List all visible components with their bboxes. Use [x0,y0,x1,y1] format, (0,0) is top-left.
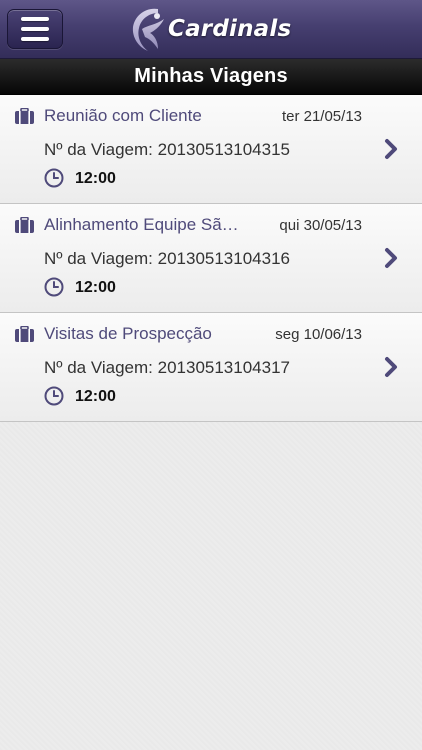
clock-icon [44,386,64,406]
trip-title: Reunião com Cliente [44,106,202,125]
trip-date: ter 21/05/13 [281,108,362,125]
trip-time: 12:00 [75,170,116,187]
hamburger-menu-icon [21,17,49,21]
chevron-right-icon[interactable] [384,247,398,269]
menu-button[interactable] [7,9,63,49]
clock-icon [44,277,64,297]
trip-time: 12:00 [75,388,116,405]
trip-number: Nº da Viagem: 20130513104316 [44,249,290,268]
trip-row[interactable]: Alinhamento Equipe Sã… qui 30/05/13 Nº d… [0,204,422,313]
trip-date: seg 10/06/13 [275,326,362,343]
trip-row[interactable]: Reunião com Cliente ter 21/05/13 Nº da V… [0,95,422,204]
trip-number: Nº da Viagem: 20130513104317 [44,358,290,377]
trip-list: Reunião com Cliente ter 21/05/13 Nº da V… [0,95,422,422]
trip-title: Alinhamento Equipe Sã… [44,215,239,234]
suitcase-icon [15,217,34,233]
suitcase-icon [15,326,34,342]
trip-date: qui 30/05/13 [279,217,362,234]
trip-title: Visitas de Prospecção [44,324,212,343]
trip-time: 12:00 [75,279,116,296]
brand-name: Cardinals [168,16,292,42]
page-title-bar: Minhas Viagens [0,59,422,95]
app-screen: Cardinals Minhas Viagens Reunião com Cli… [0,0,422,750]
chevron-right-icon[interactable] [384,138,398,160]
navigation-bar: Cardinals [0,0,422,59]
page-title: Minhas Viagens [134,65,288,87]
trip-row[interactable]: Visitas de Prospecção seg 10/06/13 Nº da… [0,313,422,422]
hamburger-menu-icon-bar [21,37,49,41]
trip-number: Nº da Viagem: 20130513104315 [44,140,290,159]
brand: Cardinals [128,2,291,56]
clock-icon [44,168,64,188]
cardinals-logo-icon [132,8,164,52]
hamburger-menu-icon-bar [21,27,49,31]
chevron-right-icon[interactable] [384,356,398,378]
suitcase-icon [15,108,34,124]
